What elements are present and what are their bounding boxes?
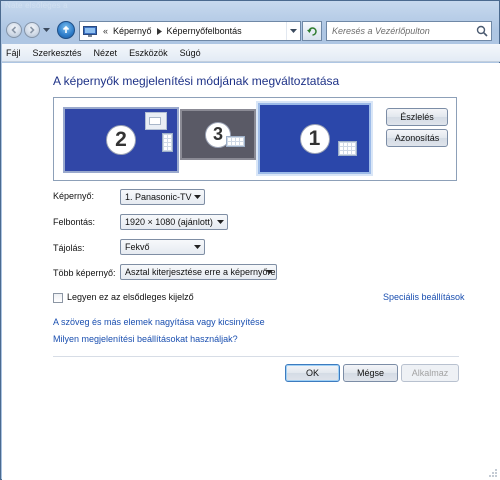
ok-button[interactable]: OK — [285, 364, 340, 382]
desktop-icons-thumbnail — [226, 136, 245, 147]
identify-button[interactable]: Azonosítás — [386, 129, 448, 147]
primary-display-label[interactable]: Legyen ez az elsődleges kijelző — [67, 292, 194, 302]
navigation-bar: « Képernyő Képernyőfelbontás — [1, 13, 500, 43]
menu-tools[interactable]: Eszközök — [129, 47, 168, 59]
breadcrumb-separator-icon[interactable] — [156, 27, 162, 35]
monitor-number: 1 — [299, 123, 330, 154]
menu-edit[interactable]: Szerkesztés — [33, 47, 82, 59]
display-select-value: 1. Panasonic-TV — [125, 192, 192, 202]
address-dropdown-button[interactable] — [286, 22, 300, 40]
display-select[interactable]: 1. Panasonic-TV — [120, 189, 205, 205]
resolution-label: Felbontás: — [53, 217, 96, 227]
orientation-select-value: Fekvő — [125, 242, 150, 252]
orientation-select[interactable]: Fekvő — [120, 239, 205, 255]
monitor-3[interactable]: 3 — [180, 109, 256, 160]
menu-bar: Fájl Szerkesztés Nézet Eszközök Súgó — [2, 44, 500, 62]
display-label: Képernyő: — [53, 191, 95, 201]
multiple-displays-label: Több képernyő: — [53, 268, 116, 278]
apply-button[interactable]: Alkalmaz — [401, 364, 459, 382]
chevron-down-icon — [217, 220, 224, 224]
multiple-displays-select[interactable]: Asztal kiterjesztése erre a képernyőre — [120, 264, 277, 280]
refresh-button[interactable] — [302, 21, 322, 41]
window-thumbnail — [145, 112, 167, 130]
breadcrumb-display[interactable]: Képernyő — [113, 26, 152, 36]
recent-pages-dropdown[interactable] — [42, 26, 51, 34]
chevron-down-icon — [194, 245, 201, 249]
advanced-settings-link[interactable]: Speciális beállítások — [383, 292, 465, 302]
arrow-left-icon — [11, 26, 17, 34]
refresh-icon — [306, 26, 317, 36]
divider — [53, 356, 459, 357]
monitor-2[interactable]: 2 — [63, 107, 179, 173]
breadcrumb-overflow[interactable]: « — [103, 26, 108, 36]
up-level-button[interactable] — [57, 21, 75, 39]
menu-help[interactable]: Súgó — [180, 47, 201, 59]
resize-text-link[interactable]: A szöveg és más elemek nagyítása vagy ki… — [53, 317, 265, 327]
forward-button[interactable] — [24, 22, 40, 38]
menu-view[interactable]: Nézet — [94, 47, 118, 59]
multiple-displays-select-value: Asztal kiterjesztése erre a képernyőre — [125, 267, 276, 277]
chevron-down-icon — [194, 195, 201, 199]
monitor-number: 2 — [106, 125, 136, 155]
desktop-icons-thumbnail — [338, 141, 357, 156]
chevron-down-icon — [290, 28, 297, 33]
orientation-label: Tájolás: — [53, 243, 85, 253]
resolution-select-value: 1920 × 1080 (ajánlott) — [125, 217, 213, 227]
chevron-down-icon — [266, 270, 273, 274]
window-title: Nate elsőleges a — [5, 1, 68, 10]
window-frame: Nate elsőleges a « Képernyő Képernyőfelb… — [0, 0, 500, 480]
chevron-down-icon — [43, 27, 50, 32]
menu-file[interactable]: Fájl — [6, 47, 21, 59]
primary-display-checkbox[interactable] — [53, 293, 63, 303]
main-content: A képernyők megjelenítési módjának megvá… — [2, 63, 500, 480]
arrow-right-icon — [29, 26, 35, 34]
resolution-select[interactable]: 1920 × 1080 (ajánlott) — [120, 214, 228, 230]
monitor-1-selected[interactable]: 1 — [258, 103, 371, 174]
search-icon[interactable] — [476, 25, 488, 37]
back-button[interactable] — [6, 22, 22, 38]
arrow-up-icon — [62, 25, 70, 33]
cancel-button[interactable]: Mégse — [343, 364, 398, 382]
resize-grip-icon[interactable] — [488, 468, 498, 478]
breadcrumb-resolution[interactable]: Képernyőfelbontás — [167, 26, 242, 36]
detect-button[interactable]: Észlelés — [386, 108, 448, 126]
desktop-icons-thumbnail — [162, 133, 173, 152]
address-bar[interactable]: « Képernyő Képernyőfelbontás — [79, 21, 301, 41]
which-settings-link[interactable]: Milyen megjelenítési beállításokat haszn… — [53, 334, 238, 344]
search-box — [326, 21, 492, 41]
control-panel-icon — [83, 25, 97, 37]
page-title: A képernyők megjelenítési módjának megvá… — [53, 74, 340, 88]
search-input[interactable] — [327, 22, 475, 40]
